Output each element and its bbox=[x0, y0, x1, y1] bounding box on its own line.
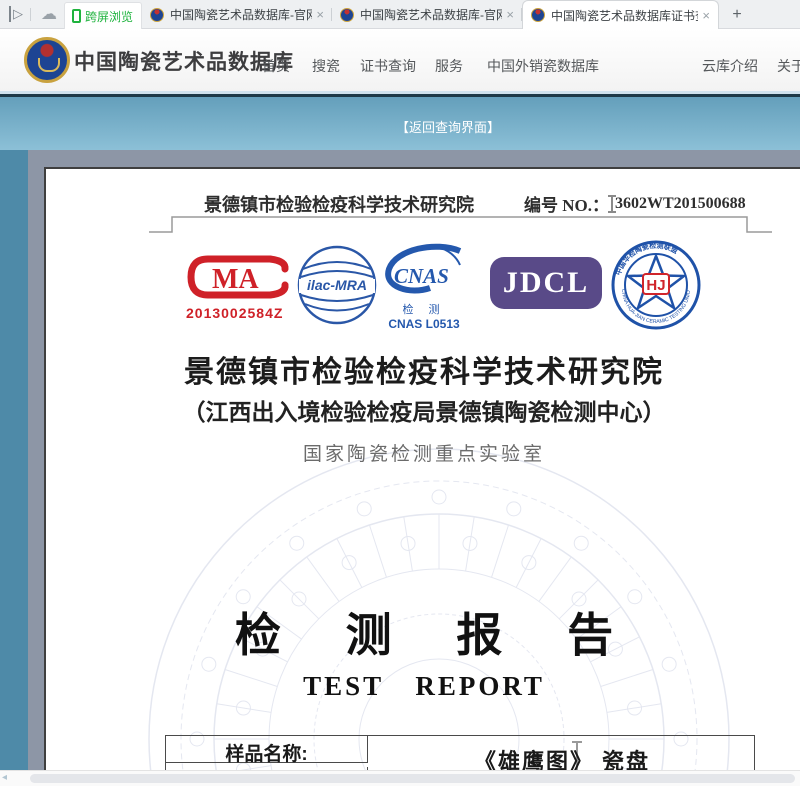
nav-item-search-porcelain[interactable]: 搜瓷 bbox=[312, 56, 340, 76]
site-favicon bbox=[340, 8, 354, 22]
svg-text:CNAS L0513: CNAS L0513 bbox=[388, 317, 460, 331]
nav-item-about[interactable]: 关于 bbox=[777, 56, 800, 76]
report-title-cn: 检 测 报 告 bbox=[46, 599, 800, 665]
svg-text:CNAS: CNAS bbox=[394, 264, 449, 288]
close-icon[interactable]: × bbox=[702, 8, 710, 23]
horizontal-scrollbar[interactable]: ◂ bbox=[0, 770, 800, 786]
nav-item-services[interactable]: 服务 bbox=[435, 56, 463, 76]
svg-text:ilac-MRA: ilac-MRA bbox=[307, 277, 367, 293]
browser-tab-2[interactable]: 中国陶瓷艺术品数据库-官网 × bbox=[332, 0, 522, 29]
banner: 【返回查询界面】 bbox=[0, 97, 800, 150]
site-logo-emblem-icon[interactable] bbox=[24, 37, 70, 83]
browser-window: ▷ ☁ 跨屏浏览 中国陶瓷艺术品数据库-官网 × 中国陶瓷艺术品数据库-官网 ×… bbox=[0, 0, 800, 786]
nav-item-home[interactable]: 首页 bbox=[262, 56, 290, 76]
report-title-en: TEST REPORT bbox=[46, 671, 800, 702]
svg-text:2013002584Z: 2013002584Z bbox=[186, 305, 283, 321]
close-icon[interactable]: × bbox=[316, 7, 324, 22]
sample-name-label-cn: 样品名称: bbox=[225, 733, 307, 766]
certificate-page: 景德镇市检验检疫科学技术研究院 编号 NO.： 3602WT201500688 … bbox=[44, 167, 800, 770]
horizontal-scrollbar-thumb[interactable] bbox=[30, 774, 795, 783]
sample-info-table: 样品名称: Sample Name: 《雄鹰图》 瓷盘 bbox=[165, 735, 755, 770]
jdcl-logo-icon: JDCL bbox=[490, 257, 602, 309]
close-icon[interactable]: × bbox=[506, 7, 514, 22]
nav-item-export-porcelain-db[interactable]: 中国外销瓷数据库 bbox=[487, 56, 599, 76]
site-favicon bbox=[150, 8, 164, 22]
svg-text:检 测: 检 测 bbox=[402, 302, 445, 316]
header-stepped-rule bbox=[46, 169, 800, 239]
tab-title: 中国陶瓷艺术品数据库证书查询 bbox=[551, 7, 698, 24]
toolbar-divider bbox=[30, 8, 31, 21]
new-tab-button[interactable]: + bbox=[727, 5, 747, 25]
hj-union-logo-icon: HJ 中国华检陶瓷检测联盟 CHINA HUA-JIAN CERAMIC TES… bbox=[610, 239, 702, 331]
tab-title: 中国陶瓷艺术品数据库-官网 bbox=[170, 6, 312, 23]
tab-title: 中国陶瓷艺术品数据库-官网 bbox=[360, 6, 502, 23]
svg-text:MA: MA bbox=[212, 264, 259, 295]
cnas-logo-icon: CNAS 检 测 CNAS L0513 bbox=[380, 243, 468, 335]
nav-item-cloud-library-intro[interactable]: 云库介绍 bbox=[702, 56, 758, 76]
institute-title: 景德镇市检验检疫科学技术研究院 bbox=[46, 347, 800, 391]
tab-bar: ▷ ☁ 跨屏浏览 中国陶瓷艺术品数据库-官网 × 中国陶瓷艺术品数据库-官网 ×… bbox=[0, 0, 800, 29]
svg-text:HJ: HJ bbox=[646, 277, 665, 294]
jdcl-logo-text: JDCL bbox=[503, 266, 589, 300]
back-to-query-link[interactable]: 【返回查询界面】 bbox=[396, 117, 500, 136]
cloud-sync-icon[interactable]: ☁ bbox=[41, 4, 57, 24]
institute-subtitle: （江西出入境检验检疫局景德镇陶瓷检测中心） bbox=[46, 393, 800, 427]
ilac-mra-logo-icon: ilac-MRA bbox=[296, 243, 378, 327]
sidebar-collapse-icon[interactable]: ▷ bbox=[9, 6, 23, 22]
cma-logo-icon: MA 2013002584Z bbox=[182, 253, 300, 321]
sample-name-label-cell: 样品名称: bbox=[166, 736, 368, 763]
site-favicon bbox=[531, 8, 545, 22]
phone-icon bbox=[72, 9, 81, 23]
browser-tab-1[interactable]: 中国陶瓷艺术品数据库-官网 × bbox=[142, 0, 332, 29]
nav-item-certificate-query[interactable]: 证书查询 bbox=[360, 56, 416, 76]
site-title: 中国陶瓷艺术品数据库 bbox=[74, 46, 294, 76]
scroll-left-arrow-icon[interactable]: ◂ bbox=[2, 772, 7, 783]
browser-tab-3-active[interactable]: 中国陶瓷艺术品数据库证书查询 × bbox=[522, 0, 719, 29]
cross-screen-browse-label: 跨屏浏览 bbox=[85, 8, 133, 25]
sample-name-value[interactable]: 《雄鹰图》 瓷盘 bbox=[368, 744, 756, 770]
site-header: 中国陶瓷艺术品数据库 首页 搜瓷 证书查询 服务 中国外销瓷数据库 云库介绍 关… bbox=[0, 29, 800, 91]
lab-name: 国家陶瓷检测重点实验室 bbox=[46, 439, 800, 466]
cross-screen-browse-button[interactable]: 跨屏浏览 bbox=[64, 2, 142, 29]
